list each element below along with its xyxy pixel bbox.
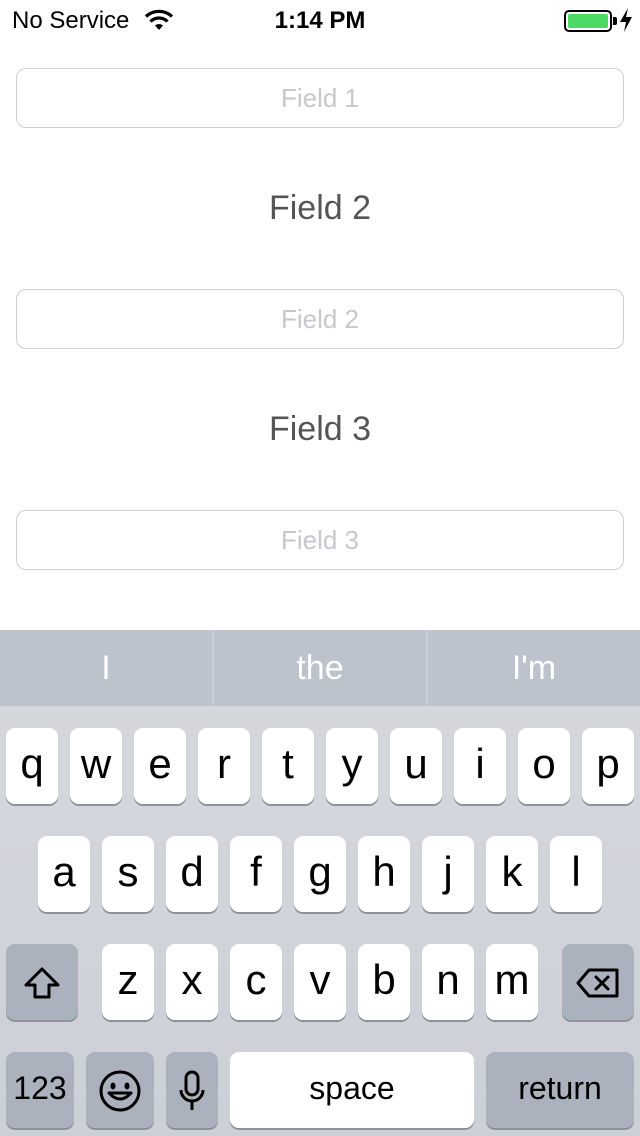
key-m[interactable]: m bbox=[486, 944, 538, 1020]
key-k[interactable]: k bbox=[486, 836, 538, 912]
key-v[interactable]: v bbox=[294, 944, 346, 1020]
bolt-icon bbox=[620, 8, 632, 32]
keyboard: I the I'm q w e r t y u i o p a s d f g … bbox=[0, 630, 640, 1136]
shift-key[interactable] bbox=[6, 944, 78, 1020]
field-2-label: Field 2 bbox=[268, 189, 372, 227]
battery-icon bbox=[564, 10, 612, 32]
key-z[interactable]: z bbox=[102, 944, 154, 1020]
emoji-icon bbox=[99, 1070, 141, 1112]
key-o[interactable]: o bbox=[518, 728, 570, 804]
space-key[interactable]: space bbox=[230, 1052, 474, 1128]
return-key[interactable]: return bbox=[486, 1052, 634, 1128]
battery-cap bbox=[613, 17, 617, 25]
battery-level bbox=[568, 14, 608, 28]
key-l[interactable]: l bbox=[550, 836, 602, 912]
emoji-key[interactable] bbox=[86, 1052, 154, 1128]
key-u[interactable]: u bbox=[390, 728, 442, 804]
key-d[interactable]: d bbox=[166, 836, 218, 912]
key-f[interactable]: f bbox=[230, 836, 282, 912]
key-g[interactable]: g bbox=[294, 836, 346, 912]
delete-key[interactable] bbox=[562, 944, 634, 1020]
key-e[interactable]: e bbox=[134, 728, 186, 804]
field-3-label: Field 3 bbox=[268, 410, 372, 448]
key-q[interactable]: q bbox=[6, 728, 58, 804]
key-b[interactable]: b bbox=[358, 944, 410, 1020]
suggestion-2[interactable]: the bbox=[214, 630, 426, 706]
shift-icon bbox=[24, 967, 60, 999]
status-bar: No Service 1:14 PM bbox=[0, 0, 640, 40]
field-2-container bbox=[16, 289, 624, 349]
key-y[interactable]: y bbox=[326, 728, 378, 804]
key-a[interactable]: a bbox=[38, 836, 90, 912]
key-j[interactable]: j bbox=[422, 836, 474, 912]
key-p[interactable]: p bbox=[582, 728, 634, 804]
predictive-bar: I the I'm bbox=[0, 630, 640, 706]
key-i[interactable]: i bbox=[454, 728, 506, 804]
suggestion-3[interactable]: I'm bbox=[428, 630, 640, 706]
field-3-container bbox=[16, 510, 624, 570]
key-w[interactable]: w bbox=[70, 728, 122, 804]
microphone-icon bbox=[179, 1070, 205, 1110]
key-t[interactable]: t bbox=[262, 728, 314, 804]
clock: 1:14 PM bbox=[274, 7, 366, 34]
suggestion-1[interactable]: I bbox=[0, 630, 212, 706]
key-r[interactable]: r bbox=[198, 728, 250, 804]
key-n[interactable]: n bbox=[422, 944, 474, 1020]
key-c[interactable]: c bbox=[230, 944, 282, 1020]
field-3-input[interactable] bbox=[17, 511, 623, 569]
key-h[interactable]: h bbox=[358, 836, 410, 912]
field-2-input[interactable] bbox=[17, 290, 623, 348]
key-x[interactable]: x bbox=[166, 944, 218, 1020]
numbers-key[interactable]: 123 bbox=[6, 1052, 74, 1128]
delete-icon bbox=[576, 968, 619, 998]
dictation-key[interactable] bbox=[166, 1052, 218, 1128]
field-1-container bbox=[16, 68, 624, 128]
key-s[interactable]: s bbox=[102, 836, 154, 912]
field-1-input[interactable] bbox=[17, 69, 623, 127]
